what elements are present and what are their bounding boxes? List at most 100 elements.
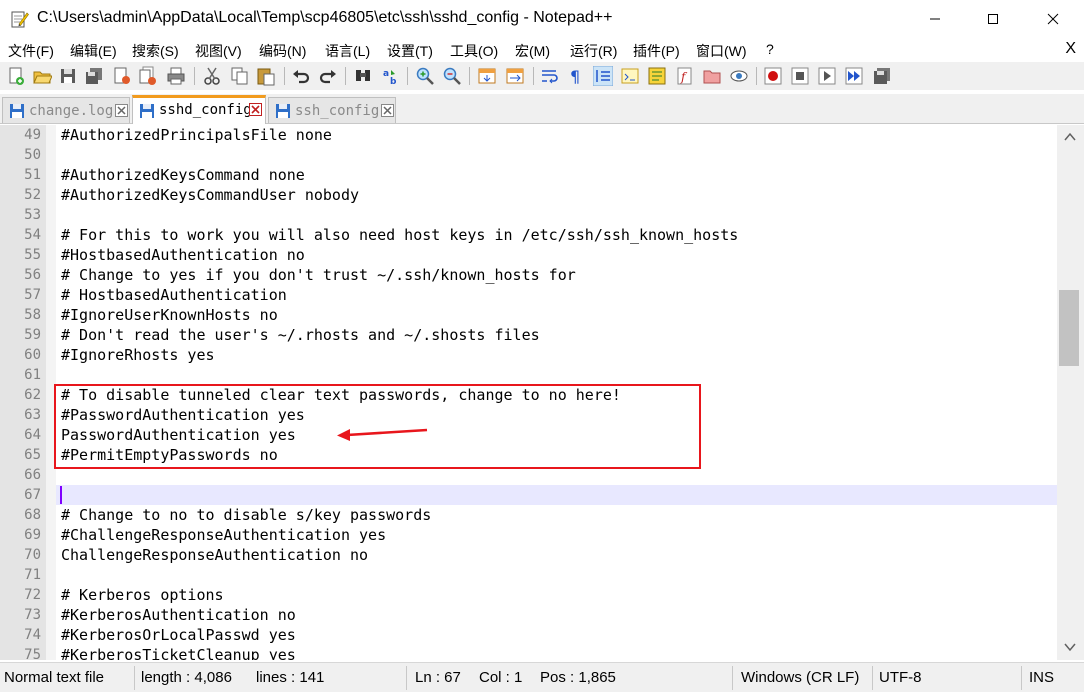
code-line[interactable]: # Don't read the user's ~/.rhosts and ~/… bbox=[61, 325, 540, 345]
minimize-icon bbox=[930, 18, 940, 20]
line-number: 65 bbox=[24, 447, 41, 463]
run-macro-multiple-icon[interactable] bbox=[844, 66, 864, 86]
menu-window[interactable]: 窗口(W) bbox=[696, 41, 747, 61]
code-line[interactable]: #IgnoreUserKnownHosts no bbox=[61, 305, 278, 325]
menu-bar: 文件(F) 编辑(E) 搜索(S) 视图(V) 编码(N) 语言(L) 设置(T… bbox=[0, 38, 1084, 62]
tab-close-icon[interactable] bbox=[249, 103, 262, 116]
line-number: 57 bbox=[24, 287, 41, 303]
menu-macro[interactable]: 宏(M) bbox=[515, 41, 550, 61]
save-all-icon[interactable] bbox=[84, 66, 104, 86]
cut-icon[interactable] bbox=[202, 66, 222, 86]
menu-run[interactable]: 运行(R) bbox=[570, 41, 617, 61]
word-wrap-icon[interactable] bbox=[540, 66, 560, 86]
menu-settings[interactable]: 设置(T) bbox=[387, 41, 433, 61]
close-window-button[interactable] bbox=[1030, 0, 1076, 38]
folder-workspace-icon[interactable] bbox=[702, 66, 722, 86]
code-line[interactable]: # Change to yes if you don't trust ~/.ss… bbox=[61, 265, 576, 285]
record-macro-icon[interactable] bbox=[763, 66, 783, 86]
code-line[interactable]: #AuthorizedKeysCommandUser nobody bbox=[61, 185, 359, 205]
close-document-x[interactable]: X bbox=[1065, 40, 1076, 58]
user-language-icon[interactable] bbox=[620, 66, 640, 86]
new-file-icon[interactable] bbox=[6, 66, 26, 86]
menu-edit[interactable]: 编辑(E) bbox=[70, 41, 117, 61]
code-line[interactable]: #AuthorizedKeysCommand none bbox=[61, 165, 305, 185]
find-icon[interactable] bbox=[353, 66, 373, 86]
scrollbar-thumb[interactable] bbox=[1059, 290, 1079, 366]
show-all-characters-icon[interactable]: ¶ bbox=[566, 66, 586, 86]
menu-tools[interactable]: 工具(O) bbox=[450, 41, 498, 61]
menu-view[interactable]: 视图(V) bbox=[195, 41, 242, 61]
toolbar-separator bbox=[756, 67, 757, 85]
menu-encoding[interactable]: 编码(N) bbox=[259, 41, 306, 61]
document-map-icon[interactable] bbox=[647, 66, 667, 86]
status-insert-mode: INS bbox=[1029, 669, 1055, 686]
tab-bar: change.log sshd_config ssh_config bbox=[0, 94, 1084, 124]
saved-file-icon bbox=[10, 104, 24, 118]
tab-close-icon[interactable] bbox=[115, 104, 128, 117]
line-number: 53 bbox=[24, 207, 41, 223]
status-encoding: UTF-8 bbox=[879, 669, 922, 686]
toolbar: ab ¶ f bbox=[0, 62, 1084, 90]
save-macro-icon[interactable] bbox=[872, 66, 892, 86]
function-list-icon[interactable]: f bbox=[675, 66, 695, 86]
line-number: 54 bbox=[24, 227, 41, 243]
menu-language[interactable]: 语言(L) bbox=[325, 41, 370, 61]
indent-guide-icon[interactable] bbox=[593, 66, 613, 86]
minimize-button[interactable] bbox=[912, 0, 958, 38]
menu-help[interactable]: ? bbox=[766, 41, 774, 57]
line-number: 61 bbox=[24, 367, 41, 383]
toolbar-separator bbox=[469, 67, 470, 85]
tab-sshd-config[interactable]: sshd_config bbox=[132, 95, 266, 124]
print-icon[interactable] bbox=[166, 66, 186, 86]
code-line[interactable]: #KerberosOrLocalPasswd yes bbox=[61, 625, 296, 645]
copy-icon[interactable] bbox=[230, 66, 250, 86]
open-file-icon[interactable] bbox=[32, 66, 52, 86]
line-number: 51 bbox=[24, 167, 41, 183]
notepadpp-app-icon bbox=[11, 11, 29, 28]
paste-icon[interactable] bbox=[256, 66, 276, 86]
tab-close-icon[interactable] bbox=[381, 104, 394, 117]
code-line[interactable]: # Kerberos options bbox=[61, 585, 224, 605]
code-line[interactable]: #IgnoreRhosts yes bbox=[61, 345, 215, 365]
tab-ssh-config[interactable]: ssh_config bbox=[268, 97, 396, 123]
menu-file[interactable]: 文件(F) bbox=[8, 41, 54, 61]
scroll-up-arrow-icon[interactable] bbox=[1064, 132, 1076, 142]
code-line[interactable]: #KerberosAuthentication no bbox=[61, 605, 296, 625]
status-length: length : 4,086 bbox=[141, 669, 232, 686]
scroll-down-arrow-icon[interactable] bbox=[1064, 642, 1076, 652]
vertical-scrollbar[interactable] bbox=[1057, 125, 1084, 660]
redo-icon[interactable] bbox=[318, 66, 338, 86]
close-file-icon[interactable] bbox=[112, 66, 132, 86]
editor-area[interactable]: 49 #AuthorizedPrincipalsFile none 50 51 … bbox=[0, 125, 1084, 660]
save-icon[interactable] bbox=[58, 66, 78, 86]
zoom-in-icon[interactable] bbox=[415, 66, 435, 86]
zoom-out-icon[interactable] bbox=[442, 66, 462, 86]
play-macro-icon[interactable] bbox=[817, 66, 837, 86]
menu-search[interactable]: 搜索(S) bbox=[132, 41, 179, 61]
code-line[interactable]: # HostbasedAuthentication bbox=[61, 285, 287, 305]
undo-icon[interactable] bbox=[291, 66, 311, 86]
maximize-button[interactable] bbox=[970, 0, 1016, 38]
saved-file-icon bbox=[276, 104, 290, 118]
code-line[interactable]: ChallengeResponseAuthentication no bbox=[61, 545, 368, 565]
status-separator bbox=[872, 666, 873, 690]
line-number: 62 bbox=[24, 387, 41, 403]
line-number: 60 bbox=[24, 347, 41, 363]
sync-horizontal-icon[interactable] bbox=[505, 66, 525, 86]
toolbar-separator bbox=[533, 67, 534, 85]
monitor-eye-icon[interactable] bbox=[729, 66, 749, 86]
menu-plugins[interactable]: 插件(P) bbox=[633, 41, 680, 61]
tab-label: ssh_config bbox=[295, 103, 380, 119]
code-line[interactable]: #HostbasedAuthentication no bbox=[61, 245, 305, 265]
stop-macro-icon[interactable] bbox=[790, 66, 810, 86]
close-all-icon[interactable] bbox=[138, 66, 158, 86]
code-line[interactable]: #ChallengeResponseAuthentication yes bbox=[61, 525, 386, 545]
code-line[interactable]: #AuthorizedPrincipalsFile none bbox=[61, 125, 332, 145]
code-line[interactable]: # For this to work you will also need ho… bbox=[61, 225, 738, 245]
tab-change-log[interactable]: change.log bbox=[2, 97, 130, 123]
code-line[interactable]: # Change to no to disable s/key password… bbox=[61, 505, 431, 525]
sync-vertical-icon[interactable] bbox=[477, 66, 497, 86]
replace-icon[interactable]: ab bbox=[381, 66, 401, 86]
line-number: 63 bbox=[24, 407, 41, 423]
code-line[interactable]: #KerberosTicketCleanup yes bbox=[61, 645, 296, 660]
